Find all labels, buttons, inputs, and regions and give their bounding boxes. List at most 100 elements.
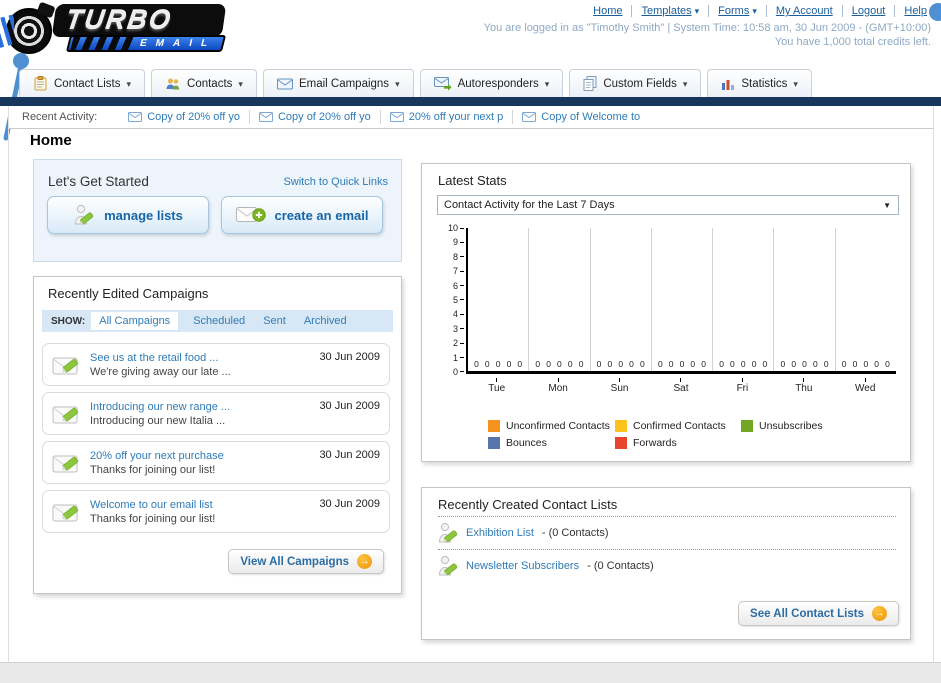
chevron-down-icon xyxy=(695,5,700,17)
logo-title: TURBO xyxy=(51,4,227,37)
x-axis-label: Wed xyxy=(835,378,896,394)
y-axis-tick-label: 3 xyxy=(453,324,464,333)
tab-contact-lists[interactable]: Contact Lists xyxy=(19,69,146,97)
y-axis-tick-label: 0 xyxy=(453,367,464,376)
recently-edited-campaigns-panel: Recently Edited Campaigns SHOW: All Camp… xyxy=(33,276,402,594)
person-pencil-icon xyxy=(438,522,458,543)
header-link-templates[interactable]: Templates xyxy=(641,5,691,17)
recently-created-lists-panel: Recently Created Contact Lists Exhibitio… xyxy=(421,487,911,640)
chevron-down-icon xyxy=(238,78,243,90)
email-campaigns-icon xyxy=(276,78,293,89)
campaign-card[interactable]: Introducing our new range ... Introducin… xyxy=(42,392,390,435)
campaign-title-link[interactable]: 20% off your next purchase xyxy=(90,449,224,463)
manage-lists-button[interactable]: manage lists xyxy=(47,196,209,234)
recent-activity-link[interactable]: Copy of 20% off yo xyxy=(278,111,371,123)
filter-archived[interactable]: Archived xyxy=(304,315,347,327)
contact-list-count: - (0 Contacts) xyxy=(587,560,654,572)
filter-scheduled[interactable]: Scheduled xyxy=(193,315,245,327)
chart-y-axis: 10 9 8 7 6 5 4 3 2 1 0 xyxy=(438,224,464,376)
legend-item: Bounces xyxy=(488,437,615,449)
campaign-date: 30 Jun 2009 xyxy=(319,449,380,461)
y-axis-tick-label: 2 xyxy=(453,339,464,348)
chart-day-column: 00000 xyxy=(468,228,530,371)
tab-custom-fields[interactable]: Custom Fields xyxy=(569,69,702,97)
header-link-help[interactable]: Help xyxy=(904,5,927,17)
envelope-pencil-icon xyxy=(52,504,79,521)
recent-activity-link[interactable]: Copy of 20% off yo xyxy=(147,111,240,123)
data-point-value: 0 xyxy=(535,359,541,369)
recent-activity-link[interactable]: Copy of Welcome to xyxy=(541,111,640,123)
turbine-icon xyxy=(6,8,52,54)
recent-activity-item: Copy of 20% off yo xyxy=(119,110,249,124)
recent-activity-item: Copy of 20% off yo xyxy=(248,110,380,124)
campaign-date: 30 Jun 2009 xyxy=(319,351,380,363)
x-axis-label: Sat xyxy=(650,378,711,394)
header-link-logout[interactable]: Logout xyxy=(852,5,886,17)
header-link-home[interactable]: Home xyxy=(593,5,622,17)
y-axis-tick-label: 4 xyxy=(453,310,464,319)
header-link-my-account[interactable]: My Account xyxy=(776,5,833,17)
legend-item: Confirmed Contacts xyxy=(615,420,741,432)
header-links: Home Templates Forms My Account Logout H… xyxy=(593,5,927,17)
campaign-title-link[interactable]: See us at the retail food ... xyxy=(90,351,231,365)
create-email-button[interactable]: create an email xyxy=(221,196,383,234)
filter-all-campaigns[interactable]: All Campaigns xyxy=(91,312,179,330)
data-point-value: 0 xyxy=(885,359,890,369)
lists-panel-title: Recently Created Contact Lists xyxy=(438,497,618,512)
contact-list-item: Newsletter Subscribers - (0 Contacts) xyxy=(438,549,896,582)
tab-statistics[interactable]: Statistics xyxy=(707,69,812,97)
person-pencil-icon xyxy=(438,555,458,576)
data-point-value: 0 xyxy=(852,359,858,369)
data-point-value: 0 xyxy=(629,359,634,369)
tab-email-campaigns[interactable]: Email Campaigns xyxy=(262,69,414,97)
data-point-value: 0 xyxy=(690,359,696,369)
campaign-card[interactable]: 20% off your next purchase Thanks for jo… xyxy=(42,441,390,484)
chart-day-column: 00000 xyxy=(591,228,652,371)
campaign-card[interactable]: Welcome to our email list Thanks for joi… xyxy=(42,490,390,533)
campaign-card[interactable]: See us at the retail food ... We're givi… xyxy=(42,343,390,386)
recent-activity-item: 20% off your next p xyxy=(379,110,513,124)
logo-stripes-decoration xyxy=(70,37,136,50)
recent-activity-link[interactable]: 20% off your next p xyxy=(409,111,504,123)
tab-contacts[interactable]: Contacts xyxy=(151,69,257,97)
chevron-down-icon xyxy=(395,78,400,90)
header-link-forms[interactable]: Forms xyxy=(718,5,749,17)
y-axis-tick-label: 7 xyxy=(453,267,464,276)
tab-label: Contact Lists xyxy=(54,77,121,90)
legend-swatch-bounces xyxy=(488,437,500,449)
campaign-title-link[interactable]: Introducing our new range ... xyxy=(90,400,230,414)
envelope-icon xyxy=(258,112,273,122)
tab-autoresponders[interactable]: Autoresponders xyxy=(419,69,564,97)
chart-day-column: 00000 xyxy=(774,228,836,371)
y-axis-tick-label: 9 xyxy=(453,238,464,247)
chart-day-column: 00000 xyxy=(529,228,591,371)
x-axis-label: Sun xyxy=(589,378,650,394)
envelope-plus-icon xyxy=(235,207,266,222)
view-all-campaigns-button[interactable]: View All Campaigns xyxy=(228,549,384,574)
data-point-value: 0 xyxy=(823,359,829,369)
chevron-down-icon xyxy=(683,78,688,90)
y-axis-tick-label: 8 xyxy=(453,252,464,261)
contact-list-link[interactable]: Exhibition List xyxy=(466,527,534,539)
contact-activity-chart: 10 9 8 7 6 5 4 3 2 1 0 000000000000000000000000000… xyxy=(438,224,896,396)
campaigns-filter-bar: SHOW: All Campaigns Scheduled Sent Archi… xyxy=(42,310,393,332)
data-point-value: 0 xyxy=(506,359,512,369)
data-point-value: 0 xyxy=(701,359,706,369)
switch-to-quick-links[interactable]: Switch to Quick Links xyxy=(283,176,388,188)
filter-sent[interactable]: Sent xyxy=(263,315,286,327)
tab-label: Custom Fields xyxy=(603,77,677,90)
recent-activity-bar: Recent Activity: Copy of 20% off yo Copy… xyxy=(9,106,933,129)
data-point-value: 0 xyxy=(639,359,645,369)
logo-text: TURBO EMAIL xyxy=(51,4,227,52)
contact-list-link[interactable]: Newsletter Subscribers xyxy=(466,560,579,572)
stats-report-dropdown[interactable]: Contact Activity for the Last 7 Days xyxy=(437,195,899,215)
see-all-contact-lists-button[interactable]: See All Contact Lists xyxy=(738,601,899,626)
autoresponders-icon xyxy=(433,76,452,91)
legend-swatch-unconfirmed xyxy=(488,420,500,432)
corner-dot-decoration xyxy=(929,3,941,21)
campaign-title-link[interactable]: Welcome to our email list xyxy=(90,498,215,512)
data-point-value: 0 xyxy=(791,359,797,369)
chart-legend: Unconfirmed Contacts Confirmed Contacts … xyxy=(488,420,900,454)
y-axis-tick-label: 1 xyxy=(453,353,464,362)
legend-swatch-confirmed xyxy=(615,420,627,432)
